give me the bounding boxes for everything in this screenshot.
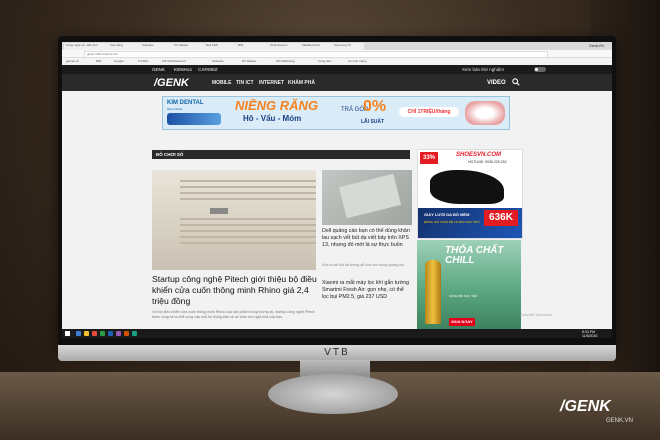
main-article-desc: Với bộ điều khiển cửa cuốn thông minh Rh… [152,310,315,319]
main-article-image[interactable] [152,170,316,270]
browser-tab[interactable]: MacBook Pro [300,43,332,50]
shoe-ad[interactable]: 33% SHOESVN.COM HOTLINE: 0936.229.252 GI… [417,149,523,239]
browser-tab[interactable]: BMI [236,43,268,50]
bookmark-item[interactable]: Từ điển [138,59,148,63]
site-top-bar: GENK KENH14 CAFEBIZ Xem bản thử nghiệm [62,65,612,74]
browser-tab[interactable]: Công nghệ số - Đồ chơi [64,43,108,50]
browser-tab[interactable]: Samsung TV [332,43,364,50]
browser-tab[interactable]: Các dòng [108,43,140,50]
bookmarks-bar: gamek.vn BMI Google Từ điển VN TechNewsx… [62,58,612,64]
banner-rate-label: LÃI SUẤT [361,119,385,125]
dental-ad-banner[interactable]: KIM DENTAL NHA KHOA NIỀNG RĂNG Hô - Vẩu … [162,96,510,130]
photo-watermark-url: GENK.VN [606,418,634,424]
toothbrush-image [167,113,221,125]
browser-tab[interactable]: 2016 Autumn [268,43,300,50]
nav-kham-pha[interactable]: KHÁM PHÁ [288,80,315,86]
browser-tab[interactable]: Software [140,43,172,50]
bookmark-item[interactable]: PC Market [242,59,256,63]
nav-video[interactable]: VIDEO [487,80,506,86]
shoe-ad-brand: SHOESVN.COM [456,152,502,158]
monitor-brand: VTB [324,347,350,358]
nav-tin-ict[interactable]: TIN ICT [236,80,254,86]
rhino-controller-image [210,208,228,214]
windows-start-icon[interactable] [65,331,70,336]
monitor-base [268,374,398,414]
browser-user-name[interactable]: GenkVN [589,43,604,48]
taskbar-app-icon[interactable] [92,331,97,336]
bookmark-item[interactable]: Software [212,59,224,63]
site-nav: /GENK MOBILE TIN ICT INTERNET KHÁM PHÁ V… [62,74,612,91]
beer-ad[interactable]: THỎA CHẤT CHILL CÙNG BỘ SƯU TẬP MUA NGAY [417,240,521,332]
taskbar-app-icon[interactable] [84,331,89,336]
bookmark-item[interactable]: gamek.vn [66,59,79,63]
bookmark-item[interactable]: VN TechNewsxml [162,59,185,63]
beta-toggle[interactable] [534,67,546,72]
laptop-keyboard-image [338,173,402,219]
sub-article-title[interactable]: Xiaomi ra mắt máy lọc khí gắn tường Smar… [322,280,412,301]
browser-tab[interactable]: PC Market [172,43,204,50]
url-input[interactable]: genk.vn/do-choi-so.chn [84,51,548,58]
nav-internet[interactable]: INTERNET [259,80,284,86]
taskbar-app-icon[interactable] [76,331,81,336]
beer-ad-cta[interactable]: MUA NGAY [449,318,475,326]
side-article-title[interactable]: Dell quảng cáo bạn có thể dùng khăn lau … [322,228,412,249]
windows-taskbar: 8:33 PM 11/6/2016 [62,329,612,338]
side-article-image[interactable] [322,170,412,225]
browser-tab-bar: Công nghệ số - Đồ chơi Các dòng Software… [62,42,612,50]
beer-bottle-image [425,260,441,324]
shoe-ad-product: GIÀY LƯỜI DA BÒ MỀM [424,212,470,217]
photo-watermark-logo: /GENK [560,398,611,415]
taskbar-app-icon[interactable] [116,331,121,336]
beer-ad-headline: THỎA CHẤT CHILL [445,245,504,266]
main-article-title[interactable]: Startup công nghệ Pitech giới thiệu bộ đ… [152,274,320,307]
shoe-ad-tagline: ĐỒNG GIÁ TOÀN BỘ 16 MẪU GIÀY MỚI [424,220,480,224]
browser-tab[interactable]: Dell ANP [204,43,236,50]
banner-subline: Hô - Vẩu - Móm [243,114,302,123]
taskbar-app-icon[interactable] [132,331,137,336]
shoe-ad-phone: HOTLINE: 0936.229.252 [468,160,507,164]
shoe-ad-price: 636K [484,210,518,226]
taskbar-app-icon[interactable] [100,331,105,336]
banner-offer: CHỈ 1TRIỆU/tháng [399,107,459,117]
search-icon[interactable] [512,78,520,86]
top-link-cafebiz[interactable]: CAFEBIZ [198,67,218,72]
activate-windows-watermark: Activate Windows [520,312,552,317]
section-header[interactable]: ĐỒ CHƠI SỐ [152,150,410,159]
taskbar-clock[interactable]: 8:33 PM 11/6/2016 [582,330,597,338]
shoe-ad-discount: 33% [420,152,438,164]
bookmark-item[interactable]: An ninh mạng [348,59,367,63]
monitor-screen: Công nghệ số - Đồ chơi Các dòng Software… [62,42,612,338]
shoe-image [430,170,504,204]
browser-address-bar: genk.vn/do-choi-so.chn [62,50,612,58]
nav-mobile[interactable]: MOBILE [212,80,231,86]
bookmark-item[interactable]: Công việc [318,59,331,63]
braces-image [465,101,505,125]
monitor-bezel: VTB [58,345,616,361]
side-article-desc: Hóa ra vết bút dạ không dễ xóa như trong… [322,263,406,267]
taskbar-app-icon[interactable] [124,331,129,336]
beta-toggle-label: Xem bản thử nghiệm [462,67,505,72]
bookmark-item[interactable]: Google [114,59,124,63]
bookmark-item[interactable]: MC Marketing [276,59,295,63]
taskbar-app-icon[interactable] [108,331,113,336]
bookmark-item[interactable]: BMI [96,59,101,63]
clock-date: 11/6/2016 [582,334,598,338]
banner-headline: NIỀNG RĂNG [235,98,319,113]
top-link-kenh14[interactable]: KENH14 [174,67,192,72]
banner-brand-sub: NHA KHOA [167,107,183,111]
beer-ad-sub: CÙNG BỘ SƯU TẬP [449,294,478,298]
section-title[interactable]: ĐỒ CHƠI SỐ [156,152,183,157]
banner-rate: 0% [363,98,387,115]
banner-brand: KIM DENTAL [167,100,204,106]
top-link-genk[interactable]: GENK [152,67,165,72]
genk-logo[interactable]: /GENK [154,77,189,89]
